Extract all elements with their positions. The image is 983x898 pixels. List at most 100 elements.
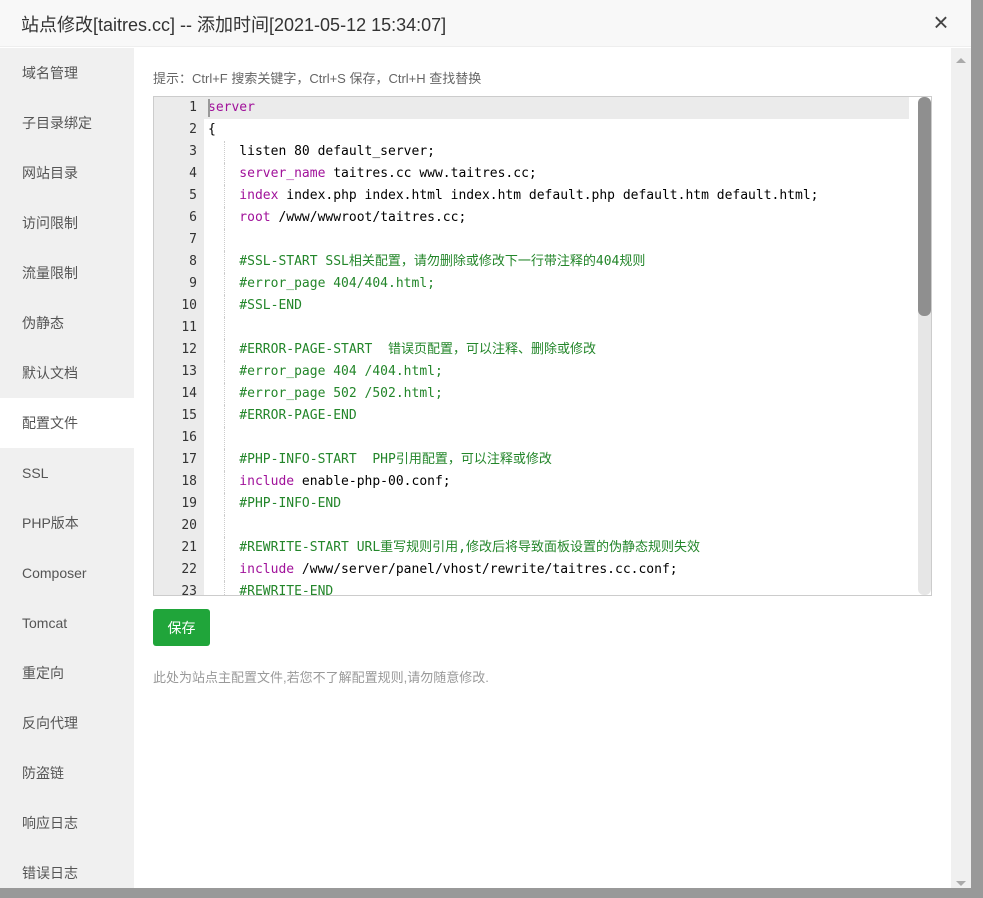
code-line: 23 #REWRITE-END — [154, 581, 931, 596]
line-text — [208, 427, 239, 449]
sidebar-item[interactable]: 响应日志 — [0, 798, 134, 848]
code-text: /www/server/panel/vhost/rewrite/taitres.… — [294, 562, 678, 577]
editor-scrollbar[interactable] — [918, 97, 931, 595]
dialog-scrollbar[interactable] — [951, 48, 971, 888]
code-comment: #REWRITE-START URL重写规则引用,修改后将导致面板设置的伪静态规… — [208, 540, 701, 555]
code-line: 18 include enable-php-00.conf; — [154, 471, 931, 493]
sidebar-item[interactable]: 防盗链 — [0, 748, 134, 798]
sidebar-item[interactable]: PHP版本 — [0, 498, 134, 548]
dialog-header: 站点修改[taitres.cc] -- 添加时间[2021-05-12 15:3… — [0, 0, 971, 47]
sidebar-item[interactable]: 流量限制 — [0, 248, 134, 298]
sidebar-item[interactable]: Tomcat — [0, 598, 134, 648]
line-text: #error_page 404/404.html; — [208, 273, 435, 295]
sidebar-item[interactable]: SSL — [0, 448, 134, 498]
sidebar-item[interactable]: 子目录绑定 — [0, 98, 134, 148]
code-comment: #SSL-START SSL相关配置，请勿删除或修改下一行带注释的404规则 — [208, 254, 646, 269]
code-content[interactable]: 1 server 2{3 listen 80 default_server; 4 se… — [154, 97, 931, 596]
line-number: 3 — [189, 144, 197, 159]
line-text: #SSL-START SSL相关配置，请勿删除或修改下一行带注释的404规则 — [208, 251, 645, 273]
code-comment: #PHP-INFO-START PHP引用配置，可以注释或修改 — [208, 452, 552, 467]
line-number: 5 — [189, 188, 197, 203]
line-text: #REWRITE-END — [208, 581, 333, 595]
line-number: 18 — [181, 474, 197, 489]
code-line: 16 — [154, 427, 931, 449]
close-icon[interactable]: × — [928, 9, 954, 35]
line-text: #ERROR-PAGE-START 错误页配置，可以注释、删除或修改 — [208, 339, 596, 361]
code-text: taitres.cc www.taitres.cc; — [325, 166, 537, 181]
code-comment: #error_page 404/404.html; — [208, 276, 435, 291]
line-number: 12 — [181, 342, 197, 357]
line-text: #REWRITE-START URL重写规则引用,修改后将导致面板设置的伪静态规… — [208, 537, 700, 559]
code-line: 1 server — [154, 97, 909, 119]
line-number: 22 — [181, 562, 197, 577]
code-keyword: index — [208, 188, 279, 203]
line-number: 23 — [181, 584, 197, 596]
line-number: 10 — [181, 298, 197, 313]
line-number: 16 — [181, 430, 197, 445]
code-line: 17 #PHP-INFO-START PHP引用配置，可以注释或修改 — [154, 449, 931, 471]
sidebar-item[interactable]: 默认文档 — [0, 348, 134, 398]
sidebar-item[interactable]: 访问限制 — [0, 198, 134, 248]
save-button[interactable]: 保存 — [153, 609, 210, 646]
code-line: 20 — [154, 515, 931, 537]
line-number: 14 — [181, 386, 197, 401]
sidebar-item[interactable]: 重定向 — [0, 648, 134, 698]
line-number: 17 — [181, 452, 197, 467]
code-text: enable-php-00.conf; — [294, 474, 451, 489]
sidebar-item[interactable]: 配置文件 — [0, 398, 134, 448]
scroll-up-arrow-icon[interactable] — [956, 58, 966, 63]
line-number: 6 — [189, 210, 197, 225]
dialog-title: 站点修改[taitres.cc] -- 添加时间[2021-05-12 15:3… — [21, 15, 447, 35]
sidebar-item[interactable]: Composer — [0, 548, 134, 598]
code-line: 13 #error_page 404 /404.html; — [154, 361, 931, 383]
code-text: listen 80 default_server; — [208, 144, 435, 159]
line-text: { — [208, 119, 216, 141]
editor-scrollbar-thumb[interactable] — [918, 97, 931, 317]
line-text: #PHP-INFO-END — [208, 493, 341, 515]
code-line: 2{ — [154, 119, 931, 141]
line-text: index index.php index.html index.htm def… — [208, 185, 818, 207]
line-text: root /www/wwwroot/taitres.cc; — [208, 207, 466, 229]
line-number: 11 — [181, 320, 197, 335]
code-line: 5 index index.php index.html index.htm d… — [154, 185, 931, 207]
code-line: 10 #SSL-END — [154, 295, 931, 317]
code-text: { — [208, 122, 216, 137]
line-number: 20 — [181, 518, 197, 533]
text-cursor — [208, 99, 210, 117]
sidebar-item[interactable]: 域名管理 — [0, 48, 134, 98]
sidebar-item[interactable]: 网站目录 — [0, 148, 134, 198]
line-text — [208, 317, 239, 339]
line-text: #PHP-INFO-START PHP引用配置，可以注释或修改 — [208, 449, 552, 471]
line-number: 2 — [189, 122, 197, 137]
config-warning-note: 此处为站点主配置文件,若您不了解配置规则,请勿随意修改. — [153, 670, 489, 685]
code-editor[interactable]: 1 server 2{3 listen 80 default_server; 4 se… — [153, 96, 932, 596]
line-number: 19 — [181, 496, 197, 511]
code-keyword: include — [208, 474, 295, 489]
line-text: include /www/server/panel/vhost/rewrite/… — [208, 559, 678, 581]
line-text: #SSL-END — [208, 295, 302, 317]
code-keyword: root — [208, 210, 271, 225]
line-number: 13 — [181, 364, 197, 379]
line-number: 8 — [189, 254, 197, 269]
code-line: 11 — [154, 317, 931, 339]
line-text: include enable-php-00.conf; — [208, 471, 451, 493]
shortcut-tip: 提示：Ctrl+F 搜索关键字，Ctrl+S 保存，Ctrl+H 查找替换 — [153, 71, 482, 86]
code-comment: #error_page 404 /404.html; — [208, 364, 443, 379]
line-number: 7 — [189, 232, 197, 247]
line-number: 21 — [181, 540, 197, 555]
line-number: 9 — [189, 276, 197, 291]
sidebar-item[interactable]: 反向代理 — [0, 698, 134, 748]
sidebar-item[interactable]: 伪静态 — [0, 298, 134, 348]
code-line: 3 listen 80 default_server; — [154, 141, 931, 163]
site-edit-dialog: 站点修改[taitres.cc] -- 添加时间[2021-05-12 15:3… — [0, 0, 971, 888]
sidebar-item[interactable]: 错误日志 — [0, 848, 134, 898]
scroll-down-arrow-icon[interactable] — [956, 881, 966, 886]
code-comment: #error_page 502 /502.html; — [208, 386, 443, 401]
code-keyword: include — [208, 562, 295, 577]
code-comment: #SSL-END — [208, 298, 302, 313]
code-comment: #ERROR-PAGE-END — [208, 408, 357, 423]
